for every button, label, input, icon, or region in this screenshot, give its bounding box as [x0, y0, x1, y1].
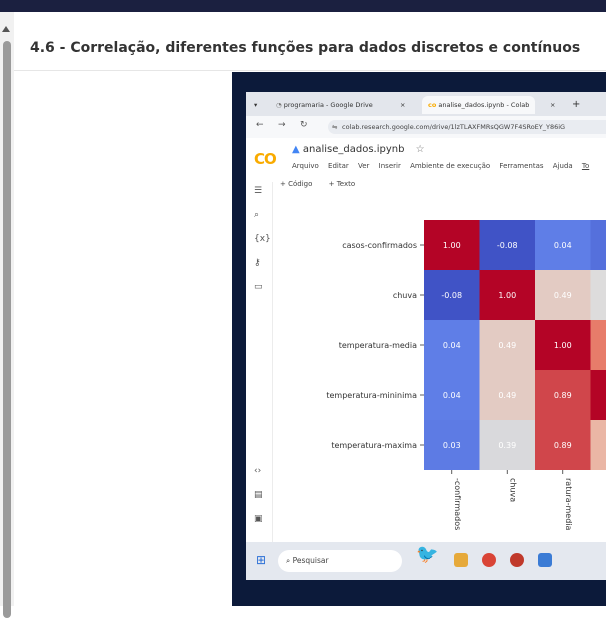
address-bar: ← → ↻ ⇋ colab.research.google.com/drive/… — [246, 116, 606, 138]
column-tick-label: chuva — [508, 478, 517, 502]
row-tick-label: chuva — [393, 291, 417, 300]
top-bar — [0, 0, 606, 12]
url-field[interactable]: ⇋ colab.research.google.com/drive/1lzTLA… — [328, 120, 606, 134]
taskbar-search-placeholder: Pesquisar — [293, 556, 329, 565]
row-tick-label: temperatura-media — [339, 341, 417, 350]
lesson-header: 4.6 - Correlação, diferentes funções par… — [14, 28, 606, 71]
heatmap-cell-label: 0.39 — [498, 441, 516, 450]
heatmap-cell-label: 0.89 — [554, 441, 572, 450]
row-tick-label: temperatura-maxima — [331, 441, 417, 450]
file-explorer-icon[interactable] — [454, 553, 468, 567]
column-tick-label: -confirmados — [453, 478, 462, 530]
tab-colab[interactable]: co analise_dados.ipynb - Colab — [422, 96, 535, 114]
url-text: colab.research.google.com/drive/1lzTLAXF… — [342, 123, 565, 131]
heatmap-cell — [591, 370, 606, 420]
correlation-heatmap: 1.00-0.080.040.0-0.081.000.490.40.040.49… — [246, 138, 606, 542]
chrome-icon[interactable] — [482, 553, 496, 567]
colab-page: CO ▲ analise_dados.ipynb ☆ Arquivo Edita… — [246, 138, 606, 542]
heatmap-cell-label: 0.89 — [554, 391, 572, 400]
heatmap-cell — [591, 220, 606, 270]
tab-close-icon[interactable]: × — [550, 96, 555, 114]
scrollbar[interactable] — [0, 12, 14, 606]
tab-close-icon[interactable]: × — [400, 96, 405, 114]
heatmap-cell-label: 0.04 — [554, 241, 572, 250]
heatmap-cell-label: 0.49 — [498, 341, 516, 350]
scroll-up-arrow-icon[interactable] — [2, 26, 10, 32]
browser-tab-bar: ▾ ◔ programaria - Google Drive × co anal… — [246, 92, 606, 116]
tab-label: analise_dados.ipynb - Colab — [438, 101, 529, 109]
new-tab-button[interactable]: + — [572, 96, 580, 114]
colab-icon: co — [428, 101, 436, 109]
scrollbar-thumb[interactable] — [3, 41, 11, 618]
windows-start-icon[interactable]: ⊞ — [256, 553, 266, 567]
bird-widget-icon[interactable]: 🐦 — [416, 544, 438, 565]
site-settings-icon[interactable]: ⇋ — [332, 120, 337, 134]
tab-google-drive[interactable]: ◔ programaria - Google Drive — [276, 96, 373, 114]
taskbar-search[interactable]: ⌕ Pesquisar — [278, 550, 402, 572]
heatmap-cell-label: 1.00 — [498, 291, 516, 300]
reload-icon[interactable]: ↻ — [300, 120, 308, 130]
row-tick-label: casos-confirmados — [342, 241, 417, 250]
row-tick-label: temperatura-mininima — [326, 391, 417, 400]
heatmap-cell-label: -0.08 — [497, 241, 518, 250]
heatmap-cell-label: 0.03 — [443, 441, 461, 450]
heatmap-cell — [591, 270, 606, 320]
app-icon[interactable] — [538, 553, 552, 567]
tab-label: programaria - Google Drive — [284, 101, 373, 109]
heatmap-cell-label: 0.04 — [443, 391, 461, 400]
video-frame[interactable]: ▾ ◔ programaria - Google Drive × co anal… — [232, 72, 606, 606]
chevron-down-icon[interactable]: ▾ — [254, 96, 257, 114]
chrome-profile-icon[interactable] — [510, 553, 524, 567]
windows-taskbar: ⊞ ⌕ Pesquisar 🐦 — [246, 542, 606, 580]
heatmap-cell-label: 0.49 — [554, 291, 572, 300]
heatmap-cell-label: 0.49 — [498, 391, 516, 400]
heatmap-cell-label: -0.08 — [441, 291, 462, 300]
column-tick-label: ratura-media — [564, 478, 573, 530]
heatmap-cell-label: 1.00 — [443, 241, 461, 250]
search-icon: ⌕ — [286, 556, 290, 565]
heatmap-cell — [591, 420, 606, 470]
lesson-title: 4.6 - Correlação, diferentes funções par… — [30, 40, 580, 56]
back-arrow-icon[interactable]: ← — [256, 120, 264, 130]
heatmap-cell-label: 1.00 — [554, 341, 572, 350]
drive-icon: ◔ — [276, 101, 282, 109]
heatmap-cell-label: 0.04 — [443, 341, 461, 350]
forward-arrow-icon[interactable]: → — [278, 120, 286, 130]
heatmap-cell — [591, 320, 606, 370]
